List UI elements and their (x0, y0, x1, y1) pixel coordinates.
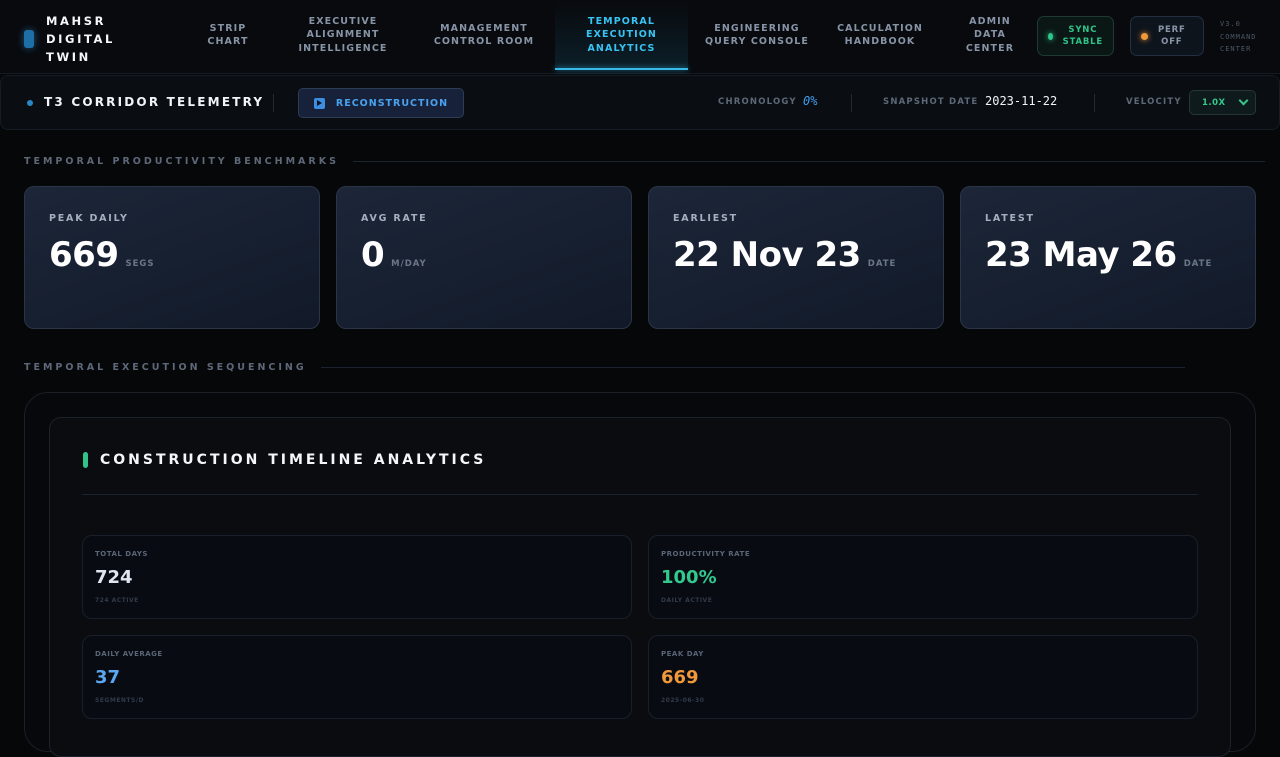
kpi-card-latest: LATEST 23 May 26 DATE (960, 186, 1256, 329)
nav-strip-chart[interactable]: STRIP CHART (183, 0, 273, 70)
snapshot-date-label: SNAPSHOT DATE (883, 97, 979, 107)
telemetry-status-dot-icon (27, 100, 33, 106)
stat-subtext: DAILY ACTIVE (661, 597, 713, 604)
stat-value: 37 (95, 667, 121, 688)
nav-admin-data-center[interactable]: ADMIN DATA CENTER (950, 0, 1030, 70)
velocity-selected-value: 1.0X (1202, 97, 1226, 108)
sync-status-dot-icon (1048, 32, 1053, 40)
benchmarks-heading-text: TEMPORAL PRODUCTIVITY BENCHMARKS (24, 156, 339, 167)
play-icon (313, 97, 325, 109)
sequencing-section-heading: TEMPORAL EXECUTION SEQUENCING (24, 362, 1185, 373)
stat-label: TOTAL DAYS (95, 550, 148, 558)
stat-label: PRODUCTIVITY RATE (661, 550, 751, 558)
kpi-unit: DATE (1183, 259, 1213, 269)
snapshot-date-value: 2023-11-22 (985, 94, 1058, 108)
kpi-label: PEAK DAILY (49, 213, 129, 224)
stat-card-daily-average: DAILY AVERAGE 37 SEGMENTS/D (82, 635, 632, 719)
kpi-card-peak-daily: PEAK DAILY 669 SEGS (24, 186, 320, 329)
nav-executive-alignment-intelligence[interactable]: EXECUTIVE ALIGNMENT INTELLIGENCE (288, 0, 398, 70)
sync-status-button[interactable]: SYNC STABLE (1037, 16, 1114, 56)
brand-line-3: TWIN (46, 50, 91, 64)
velocity-select[interactable]: 1.0X (1189, 90, 1256, 115)
stat-card-peak-day: PEAK DAY 669 2025-06-30 (648, 635, 1198, 719)
velocity-label: VELOCITY (1126, 97, 1182, 107)
nav-calculation-handbook[interactable]: CALCULATION HANDBOOK (826, 0, 934, 70)
chevron-down-icon (1238, 95, 1249, 106)
perf-gear-icon (1141, 32, 1148, 40)
stat-value: 724 (95, 567, 133, 588)
reconstruction-label: RECONSTRUCTION (335, 97, 449, 109)
kpi-card-earliest: EARLIEST 22 Nov 23 DATE (648, 186, 944, 329)
stat-value: 100% (661, 567, 717, 588)
kpi-value: 0 (361, 235, 385, 275)
sync-status-label: SYNC STABLE (1062, 25, 1103, 47)
panel-divider (82, 494, 1198, 495)
kpi-card-avg-rate: AVG RATE 0 M/DAY (336, 186, 632, 329)
chronology-value: 0% (803, 94, 818, 108)
kpi-unit: SEGS (125, 259, 155, 269)
kpi-label: AVG RATE (361, 213, 428, 224)
nav-temporal-execution-analytics[interactable]: TEMPORAL EXECUTION ANALYTICS (555, 0, 688, 70)
kpi-value: 22 Nov 23 (673, 235, 861, 275)
chronology-label: CHRONOLOGY (718, 97, 797, 107)
stat-card-productivity-rate: PRODUCTIVITY RATE 100% DAILY ACTIVE (648, 535, 1198, 619)
panel-title: CONSTRUCTION TIMELINE ANALYTICS (100, 452, 487, 468)
stat-label: PEAK DAY (661, 650, 704, 658)
brand-name: MAHSR DIGITAL TWIN (46, 12, 126, 66)
stat-subtext: SEGMENTS/D (95, 697, 145, 704)
sequencing-heading-text: TEMPORAL EXECUTION SEQUENCING (24, 362, 307, 373)
divider (851, 94, 852, 112)
brand-logo-icon (24, 30, 34, 48)
stat-subtext: 2025-06-30 (661, 697, 705, 704)
kpi-unit: DATE (867, 259, 897, 269)
perf-toggle-button[interactable]: PERF OFF (1130, 16, 1204, 56)
reconstruction-button[interactable]: RECONSTRUCTION (298, 88, 464, 118)
kpi-label: LATEST (985, 213, 1035, 224)
nav-engineering-query-console[interactable]: ENGINEERING QUERY CONSOLE (698, 0, 816, 70)
kpi-value: 23 May 26 (985, 235, 1177, 275)
section-divider (320, 367, 1185, 368)
brand-line-1: MAHSR (46, 14, 107, 28)
nav-management-control-room[interactable]: MANAGEMENT CONTROL ROOM (420, 0, 548, 70)
kpi-unit: M/DAY (391, 259, 427, 269)
perf-toggle-label: PERF OFF (1158, 25, 1186, 47)
divider (273, 94, 274, 112)
stat-subtext: 724 ACTIVE (95, 597, 139, 604)
divider (1094, 94, 1095, 112)
version-label: V3.0 COMMAND CENTER (1220, 20, 1257, 53)
benchmarks-section-heading: TEMPORAL PRODUCTIVITY BENCHMARKS (24, 156, 1265, 167)
panel-accent-bar (83, 452, 88, 468)
telemetry-bar: T3 CORRIDOR TELEMETRY RECONSTRUCTION CHR… (0, 75, 1280, 130)
section-divider (352, 161, 1265, 162)
brand[interactable]: MAHSR DIGITAL TWIN (24, 12, 126, 66)
stat-card-total-days: TOTAL DAYS 724 724 ACTIVE (82, 535, 632, 619)
telemetry-title: T3 CORRIDOR TELEMETRY (44, 95, 265, 109)
top-navigation-bar: MAHSR DIGITAL TWIN STRIP CHART EXECUTIVE A… (0, 0, 1280, 74)
stat-label: DAILY AVERAGE (95, 650, 163, 658)
stat-value: 669 (661, 667, 699, 688)
kpi-value: 669 (49, 235, 119, 275)
brand-line-2: DIGITAL (46, 32, 115, 46)
kpi-label: EARLIEST (673, 213, 738, 224)
